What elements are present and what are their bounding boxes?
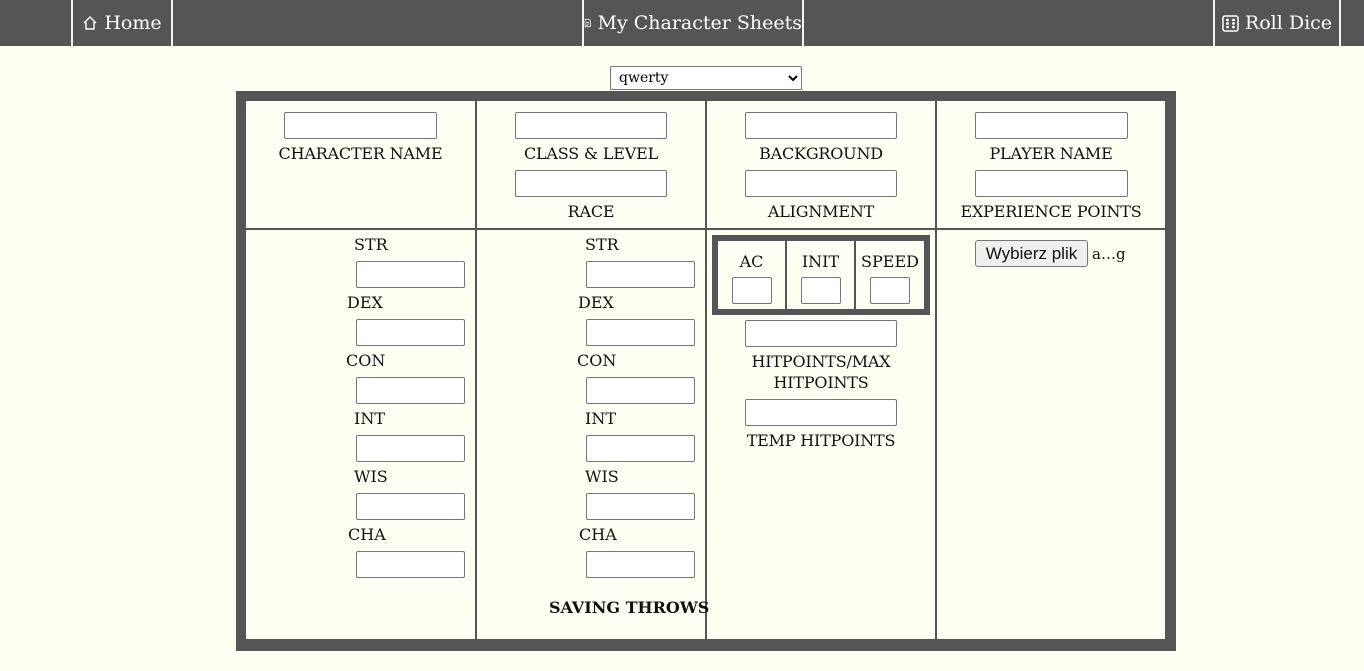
character-select[interactable]: qwerty — [610, 66, 802, 90]
player-name-input[interactable] — [975, 112, 1128, 139]
hitpoints-input[interactable] — [745, 320, 897, 347]
save-label-dex: DEX — [578, 293, 614, 312]
ability-label-wis: WIS — [354, 467, 388, 486]
cell-portrait — [937, 230, 1165, 639]
save-input-wis[interactable] — [586, 493, 695, 520]
temp-hitpoints-input[interactable] — [745, 399, 897, 426]
file-name-text: a…g — [1092, 245, 1126, 263]
temp-hitpoints-label: TEMP HITPOINTS — [746, 431, 896, 450]
document-icon — [584, 18, 591, 28]
save-label-wis: WIS — [585, 467, 619, 486]
ability-input-con[interactable] — [356, 377, 465, 404]
race-input[interactable] — [515, 170, 667, 197]
save-input-int[interactable] — [586, 435, 695, 462]
nav-home-link[interactable]: Home — [71, 0, 173, 46]
combat-stats-box: AC INIT SPEED — [712, 235, 930, 315]
speed-cell: SPEED — [856, 241, 924, 309]
character-name-label: CHARACTER NAME — [278, 144, 443, 163]
nav-roll-dice-link[interactable]: Roll Dice — [1213, 0, 1341, 46]
ac-input[interactable] — [732, 277, 772, 304]
class-level-label: CLASS & LEVEL — [523, 144, 659, 163]
save-input-str[interactable] — [586, 261, 695, 288]
init-input[interactable] — [801, 277, 841, 304]
player-name-label: PLAYER NAME — [989, 144, 1113, 163]
save-input-cha[interactable] — [586, 551, 695, 578]
init-label: INIT — [801, 252, 840, 271]
class-level-input[interactable] — [515, 112, 667, 139]
experience-points-label: EXPERIENCE POINTS — [960, 202, 1142, 221]
nav-character-sheets-link[interactable]: My Character Sheets — [582, 0, 804, 46]
speed-input[interactable] — [870, 277, 910, 304]
save-label-con: CON — [577, 351, 617, 370]
alignment-label: ALIGNMENT — [767, 202, 875, 221]
ability-input-int[interactable] — [356, 435, 465, 462]
ability-input-dex[interactable] — [356, 319, 465, 346]
ability-label-int: INT — [354, 409, 385, 428]
save-input-con[interactable] — [586, 377, 695, 404]
character-name-input[interactable] — [284, 112, 437, 139]
ac-cell: AC — [718, 241, 785, 309]
ability-label-str: STR — [354, 235, 388, 254]
save-label-int: INT — [585, 409, 616, 428]
nav-roll-dice-label: Roll Dice — [1244, 12, 1333, 34]
ability-input-str[interactable] — [356, 261, 465, 288]
nav-home-label: Home — [104, 12, 162, 34]
background-input[interactable] — [745, 112, 897, 139]
alignment-input[interactable] — [745, 170, 897, 197]
save-label-str: STR — [585, 235, 619, 254]
ability-input-cha[interactable] — [356, 551, 465, 578]
home-icon — [83, 16, 97, 30]
save-input-dex[interactable] — [586, 319, 695, 346]
saving-throws-title: SAVING THROWS — [549, 598, 710, 617]
ability-label-cha: CHA — [348, 525, 386, 544]
ability-label-dex: DEX — [347, 293, 383, 312]
hitpoints-label-line2: HITPOINTS — [773, 373, 869, 392]
hitpoints-label: HITPOINTS/MAX — [751, 352, 891, 371]
dice-icon — [1222, 14, 1239, 32]
init-cell: INIT — [787, 241, 854, 309]
top-nav: Home My Character Sheets Roll Dice — [0, 0, 1364, 46]
race-label: RACE — [567, 202, 615, 221]
background-label: BACKGROUND — [759, 144, 883, 163]
save-label-cha: CHA — [579, 525, 617, 544]
ability-input-wis[interactable] — [356, 493, 465, 520]
ability-label-con: CON — [346, 351, 386, 370]
nav-character-sheets-label: My Character Sheets — [597, 12, 802, 34]
choose-file-button[interactable]: Wybierz plik — [975, 240, 1088, 267]
experience-points-input[interactable] — [975, 170, 1128, 197]
ac-label: AC — [739, 252, 764, 271]
speed-label: SPEED — [861, 252, 919, 271]
